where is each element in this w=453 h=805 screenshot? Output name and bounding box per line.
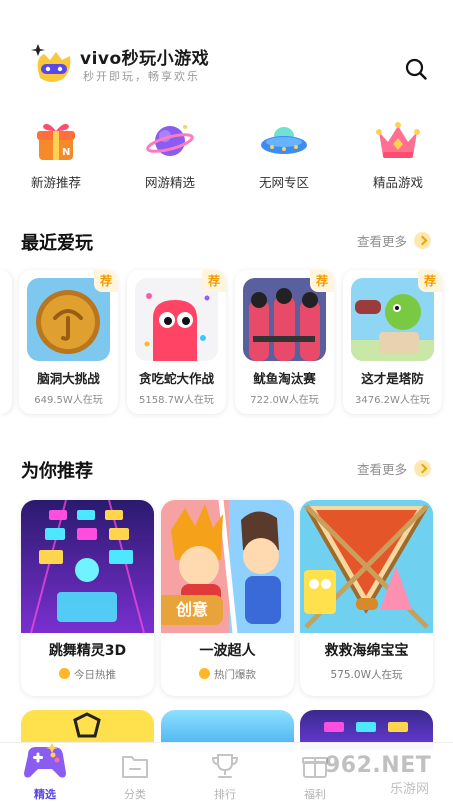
- gift-box-icon: N: [37, 123, 75, 160]
- planet-icon: [146, 125, 194, 156]
- game-name: 脑洞大挑战: [37, 371, 100, 386]
- watermark-sub: 乐游网: [390, 782, 430, 797]
- ufo-icon: [261, 127, 307, 154]
- chevron-right-icon: [414, 460, 431, 477]
- more-label: 查看更多: [356, 234, 407, 249]
- app-slogan: 秒开即玩，畅享欢乐: [83, 70, 200, 83]
- fire-icon: [199, 668, 210, 679]
- game-name: 救救海绵宝宝: [324, 643, 409, 659]
- fire-icon: [59, 668, 70, 679]
- more-label: 查看更多: [356, 462, 407, 477]
- recommend-tag: 荐: [94, 270, 118, 292]
- nav-label: 福利: [304, 788, 326, 801]
- game-thumbnail: [21, 500, 154, 633]
- category-row: N 新游推荐 网游精选 无网专区 精品游戏: [0, 118, 453, 198]
- category-label: 网游精选: [144, 175, 195, 190]
- game-plays: 3476.2W人在玩: [355, 395, 430, 406]
- nav-tab-featured[interactable]: 精选: [0, 743, 90, 805]
- game-plays: 722.0W人在玩: [250, 395, 319, 406]
- gamepad-icon: [24, 743, 66, 778]
- app-header: vivo秒玩小游戏 秒开即玩，畅享欢乐: [0, 0, 453, 100]
- game-meta: 575.0W人在玩: [330, 669, 403, 681]
- nav-tab-category[interactable]: 分类: [90, 743, 180, 805]
- crown-icon: [376, 122, 420, 158]
- watermark: 962.NET: [325, 753, 432, 778]
- recent-game-card[interactable]: 荐 脑洞大挑战 649.5W人在玩: [19, 270, 118, 414]
- app-title: vivo秒玩小游戏: [80, 49, 210, 69]
- game-meta: 热门爆款: [161, 667, 294, 682]
- game-thumbnail: [300, 500, 433, 633]
- game-plays: 5158.7W人在玩: [139, 395, 214, 406]
- nav-tab-ranking[interactable]: 排行: [180, 743, 270, 805]
- recommend-section-title: 为你推荐: [21, 461, 93, 482]
- recommend-game-card[interactable]: 创意 一波超人 热门爆款: [161, 500, 294, 696]
- recent-game-card[interactable]: 荐 这才是塔防 3476.2W人在玩: [343, 270, 442, 414]
- svg-text:N: N: [62, 147, 70, 158]
- category-premium-games[interactable]: 精品游戏: [348, 118, 448, 191]
- recent-games-row: 荐 脑洞大挑战 649.5W人在玩 荐 贪吃蛇大作战 5158.7W人在玩 荐 …: [0, 270, 453, 416]
- category-label: 新游推荐: [30, 175, 81, 190]
- recent-more-link[interactable]: 查看更多: [357, 231, 431, 250]
- game-name: 鱿鱼淘汰赛: [253, 371, 316, 386]
- category-offline-zone[interactable]: 无网专区: [234, 118, 334, 191]
- chevron-right-icon: [414, 232, 431, 249]
- game-meta-text: 热门爆款: [214, 669, 256, 681]
- game-name: 贪吃蛇大作战: [138, 371, 214, 386]
- game-name: 这才是塔防: [361, 371, 424, 386]
- folder-icon: [122, 756, 148, 778]
- search-icon[interactable]: [404, 57, 428, 81]
- game-meta-text: 今日热推: [74, 669, 116, 681]
- category-online-games[interactable]: 网游精选: [120, 118, 220, 191]
- recent-game-card[interactable]: 荐 贪吃蛇大作战 5158.7W人在玩: [127, 270, 226, 414]
- recommend-game-card[interactable]: 跳舞精灵3D 今日热推: [21, 500, 154, 696]
- recommend-games-row: 跳舞精灵3D 今日热推 创意 一波超人 热门爆款 救救海绵宝宝 575.0W人在…: [0, 500, 453, 700]
- nav-label: 排行: [214, 788, 236, 801]
- app-logo-icon: [31, 44, 71, 82]
- recent-section-title: 最近爱玩: [21, 233, 93, 254]
- nav-label: 精选: [34, 788, 56, 801]
- game-name: 跳舞精灵3D: [48, 643, 127, 659]
- game-meta: 今日热推: [21, 667, 154, 682]
- game-name: 一波超人: [199, 643, 256, 659]
- partial-card: [0, 270, 12, 414]
- recommend-tag: 荐: [202, 270, 226, 292]
- recommend-game-card[interactable]: 救救海绵宝宝 575.0W人在玩: [300, 500, 433, 696]
- recent-game-card[interactable]: 荐 鱿鱼淘汰赛 722.0W人在玩: [235, 270, 334, 414]
- category-new-games[interactable]: N 新游推荐: [6, 118, 106, 191]
- nav-label: 分类: [124, 788, 146, 801]
- category-label: 无网专区: [258, 175, 309, 190]
- recommend-tag: 荐: [310, 270, 334, 292]
- recommend-tag: 荐: [418, 270, 442, 292]
- game-plays: 649.5W人在玩: [34, 395, 103, 406]
- recommend-more-link[interactable]: 查看更多: [357, 459, 431, 478]
- trophy-icon: [211, 754, 239, 778]
- category-label: 精品游戏: [372, 175, 423, 190]
- creative-tag: 创意: [161, 595, 223, 625]
